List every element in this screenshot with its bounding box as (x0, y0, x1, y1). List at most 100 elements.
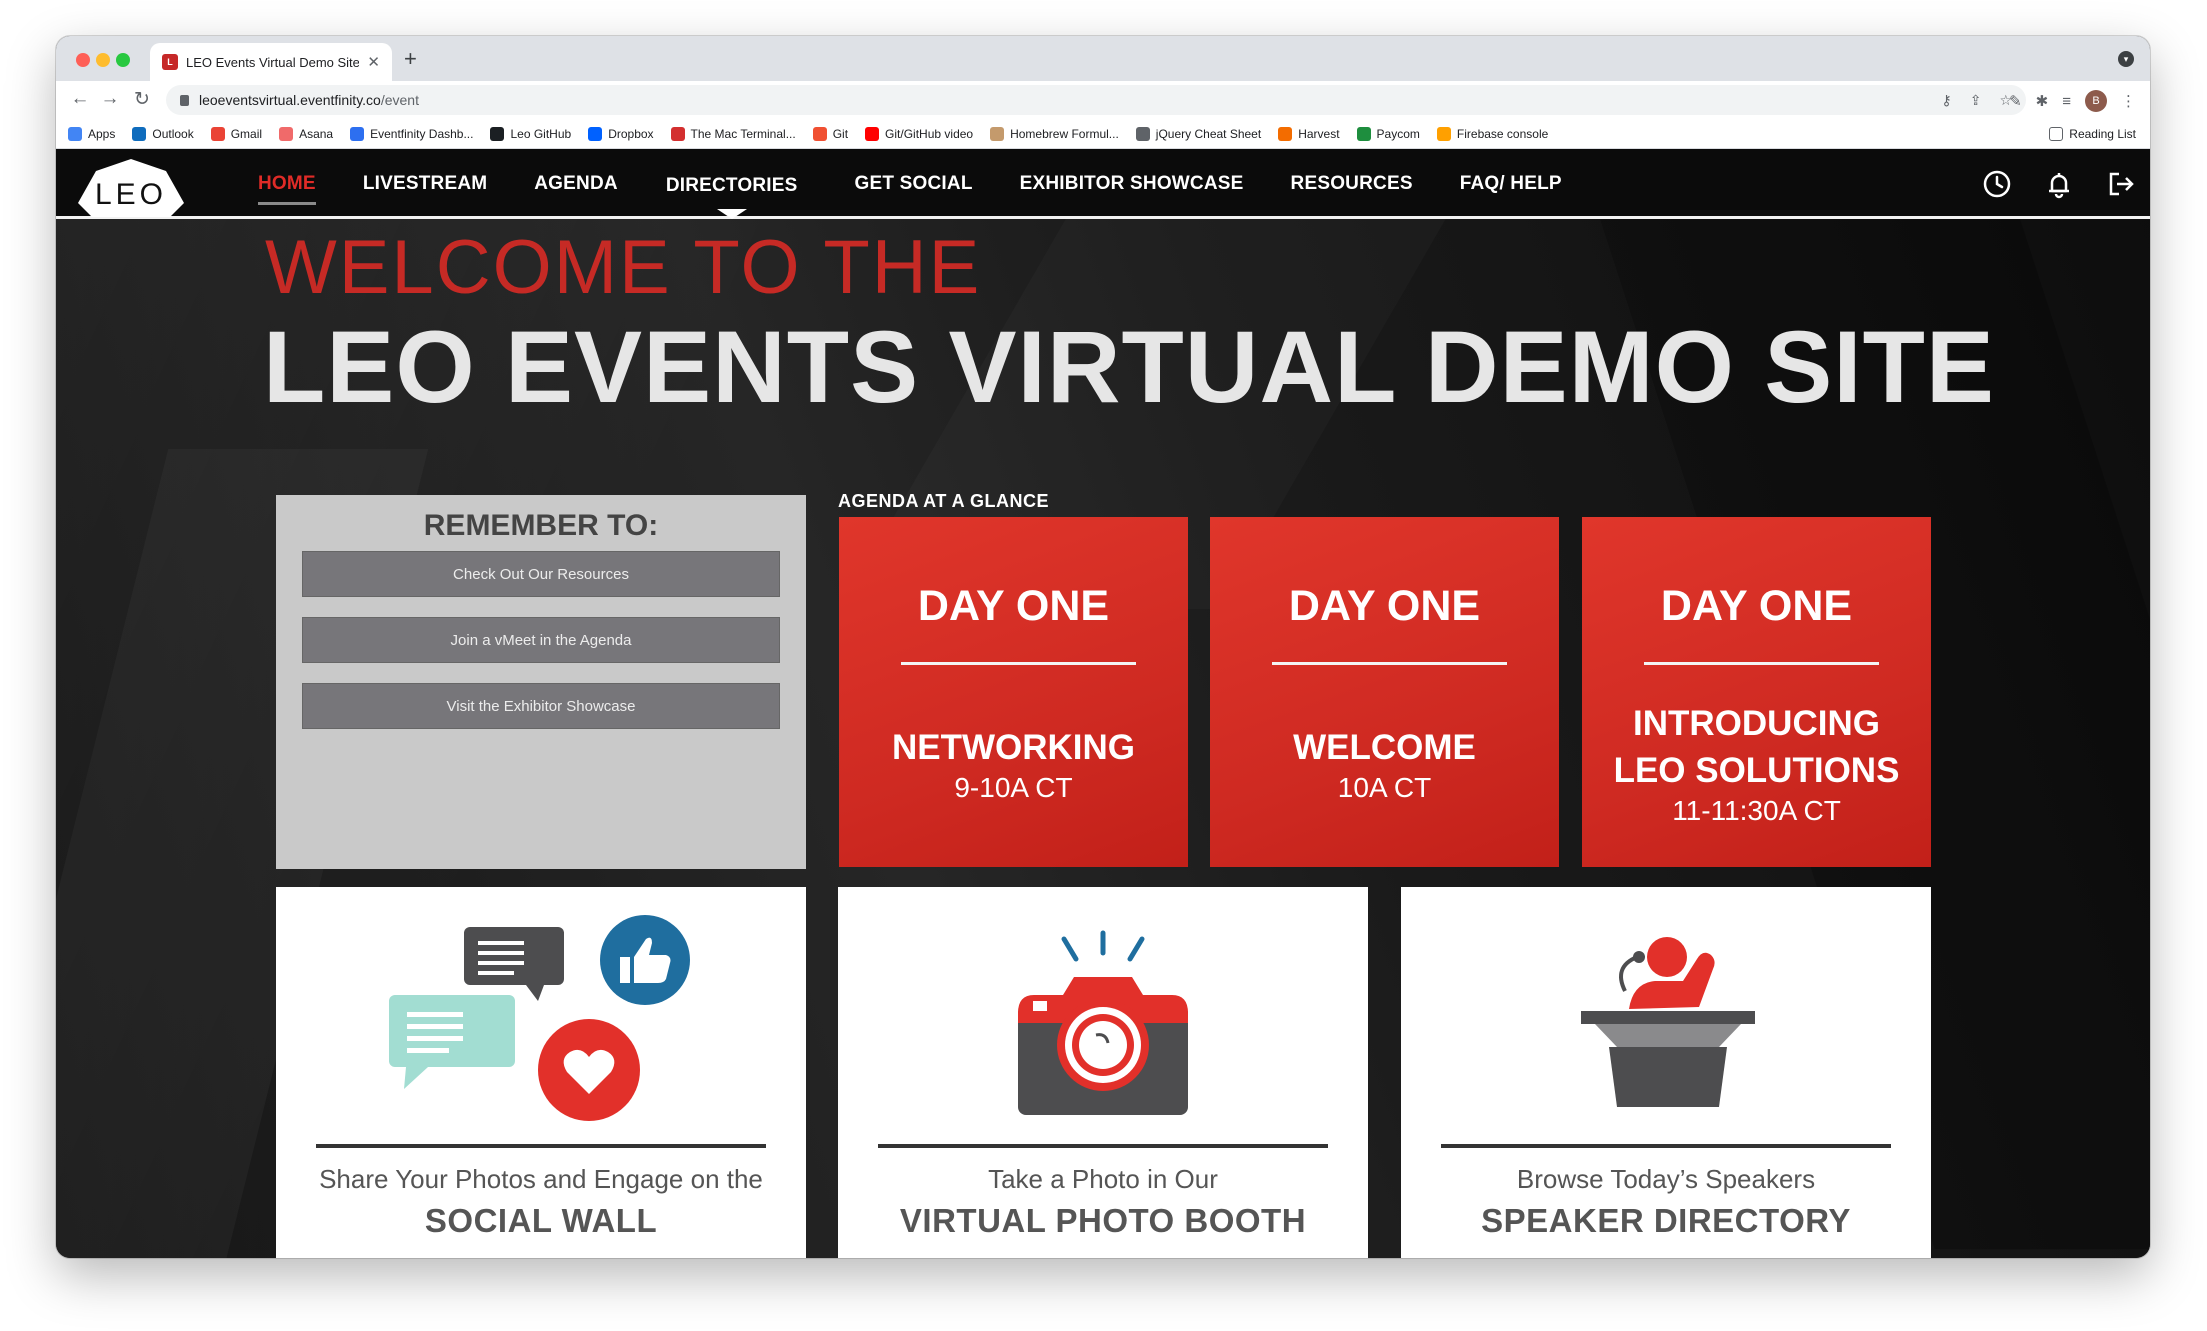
bookmark-item[interactable]: Leo GitHub (490, 126, 572, 141)
nav-get-social[interactable]: GET SOCIAL (855, 173, 973, 195)
bookmark-item[interactable]: Homebrew Formul... (990, 126, 1119, 141)
photo-booth-card[interactable]: Take a Photo in Our VIRTUAL PHOTO BOOTH (838, 887, 1368, 1258)
feature-divider (316, 1144, 766, 1148)
bookmark-item[interactable]: Outlook (132, 126, 194, 141)
browser-toolbar: ← → ↻ leoeventsvirtual.eventfinity.co/ev… (56, 81, 2150, 119)
harvest-icon (1278, 126, 1293, 141)
bookmark-item[interactable]: Git (812, 126, 849, 141)
nav-faq-help[interactable]: FAQ/ HELP (1460, 173, 1562, 195)
agenda-card-welcome[interactable]: DAY ONE WELCOME 10A CT (1210, 517, 1559, 867)
leo-logo[interactable]: LEO (74, 157, 188, 219)
close-window-button[interactable] (76, 53, 90, 67)
resources-button[interactable]: Check Out Our Resources (302, 551, 780, 597)
camera-icon (1018, 930, 1188, 1115)
bookmark-label: Git (832, 126, 849, 141)
reload-icon[interactable]: ↻ (130, 88, 154, 111)
media-queue-icon[interactable]: ≡ (2062, 93, 2071, 110)
reading-list-button[interactable]: Reading List (2049, 126, 2136, 141)
nav-livestream[interactable]: LIVESTREAM (363, 173, 487, 195)
feature-divider (878, 1144, 1328, 1148)
agenda-session-time: 10A CT (1337, 772, 1432, 803)
kebab-menu-icon[interactable]: ⋮ (2121, 92, 2136, 110)
nav-resources[interactable]: RESOURCES (1291, 173, 1413, 195)
nav-exhibitor-showcase[interactable]: EXHIBITOR SHOWCASE (1020, 173, 1244, 195)
bookmark-item[interactable]: jQuery Cheat Sheet (1135, 126, 1261, 141)
outlook-icon (132, 126, 147, 141)
agenda-session-time: 9-10A CT (954, 772, 1073, 803)
feature-subtitle: Share Your Photos and Engage on the (319, 1164, 763, 1194)
agenda-card-introducing-leo[interactable]: DAY ONE INTRODUCING LEO SOLUTIONS 11-11:… (1582, 517, 1931, 867)
dropdown-caret-icon (716, 209, 747, 219)
agenda-session-name: NETWORKING (891, 728, 1136, 767)
bookmark-item[interactable]: Firebase console (1436, 126, 1549, 141)
feature-title: SOCIAL WALL (424, 1202, 658, 1239)
agenda-divider (1272, 662, 1507, 665)
bell-icon[interactable] (2044, 169, 2074, 199)
bookmark-item[interactable]: Gmail (210, 126, 263, 141)
vmeet-agenda-button[interactable]: Join a vMeet in the Agenda (302, 617, 780, 663)
chat-bubble-mint-icon (389, 995, 515, 1089)
apps-grid-icon (68, 126, 82, 141)
bookmark-label: Harvest (1298, 126, 1340, 141)
feature-title: VIRTUAL PHOTO BOOTH (899, 1202, 1307, 1239)
asana-icon (279, 126, 294, 141)
bookmark-label: Outlook (152, 126, 194, 141)
lock-icon (180, 94, 189, 106)
browser-window: L LEO Events Virtual Demo Site ✕ + ▾ ← →… (56, 36, 2150, 1258)
leo-favicon-icon: L (162, 54, 178, 70)
bookmark-item[interactable]: The Mac Terminal... (670, 126, 796, 141)
url-path: /event (380, 92, 419, 108)
bookmark-item[interactable]: Git/GitHub video (865, 126, 974, 141)
agenda-card-networking[interactable]: DAY ONE NETWORKING 9-10A CT (839, 517, 1188, 867)
terminal-icon (670, 126, 685, 141)
profile-avatar[interactable]: B (2085, 90, 2107, 112)
nav-directories[interactable]: DIRECTORIES (666, 175, 798, 219)
tab-strip: L LEO Events Virtual Demo Site ✕ + ▾ (56, 36, 2150, 81)
welcome-heading: WELCOME TO THE (265, 225, 982, 310)
zoom-window-button[interactable] (116, 53, 130, 67)
bookmark-item[interactable]: Asana (279, 126, 334, 141)
remember-panel: REMEMBER TO: Check Out Our Resources Joi… (276, 495, 806, 869)
bookmark-label: Firebase console (1456, 126, 1549, 141)
bookmark-item[interactable]: Harvest (1278, 126, 1340, 141)
social-chat-illustration (389, 915, 690, 1121)
chat-bubble-gray-icon (464, 927, 564, 1001)
tab-title: LEO Events Virtual Demo Site (186, 54, 360, 70)
clock-icon[interactable] (1982, 169, 2012, 199)
agenda-day: DAY ONE (1660, 582, 1853, 630)
extension-icon[interactable]: ✎ (2009, 92, 2022, 110)
agenda-day: DAY ONE (917, 582, 1110, 630)
podium-speaker-icon (1581, 937, 1755, 1107)
bookmark-label: Gmail (230, 126, 263, 141)
new-tab-icon[interactable]: + (404, 46, 417, 72)
nav-agenda[interactable]: AGENDA (534, 173, 618, 195)
github-icon (490, 126, 505, 141)
feature-divider (1441, 1144, 1891, 1148)
bookmark-label: Asana (299, 126, 334, 141)
bookmark-label: Git/GitHub video (885, 126, 974, 141)
share-icon[interactable]: ⇪ (1970, 92, 1982, 109)
reading-list-label: Reading List (2069, 126, 2136, 141)
browser-tab-active[interactable]: L LEO Events Virtual Demo Site ✕ (150, 43, 392, 81)
nav-home[interactable]: HOME (258, 173, 316, 205)
dropbox-icon (588, 126, 603, 141)
bookmark-item[interactable]: Dropbox (588, 126, 654, 141)
eventfinity-icon (350, 126, 365, 141)
back-arrow-icon[interactable]: ← (68, 88, 92, 110)
forward-arrow-icon[interactable]: → (98, 88, 122, 110)
bookmark-label: Leo GitHub (510, 126, 572, 141)
key-icon[interactable]: ⚷ (1941, 92, 1951, 109)
exhibitor-showcase-button[interactable]: Visit the Exhibitor Showcase (302, 683, 780, 729)
bookmark-item[interactable]: Eventfinity Dashb... (350, 126, 473, 141)
minimize-window-button[interactable] (96, 53, 110, 67)
bookmark-item[interactable]: Apps (68, 126, 115, 141)
address-bar[interactable]: leoeventsvirtual.eventfinity.co/event ⚷ … (166, 85, 2026, 115)
logout-icon[interactable] (2106, 169, 2136, 199)
speaker-directory-card[interactable]: Browse Today’s Speakers SPEAKER DIRECTOR… (1401, 887, 1931, 1258)
social-wall-card[interactable]: Share Your Photos and Engage on the SOCI… (276, 887, 806, 1258)
bookmark-item[interactable]: Paycom (1356, 126, 1420, 141)
tab-search-icon[interactable]: ▾ (2118, 51, 2134, 67)
puzzle-extensions-icon[interactable]: ✱ (2036, 92, 2049, 110)
close-tab-icon[interactable]: ✕ (367, 53, 380, 71)
reading-list-icon (2049, 126, 2064, 141)
